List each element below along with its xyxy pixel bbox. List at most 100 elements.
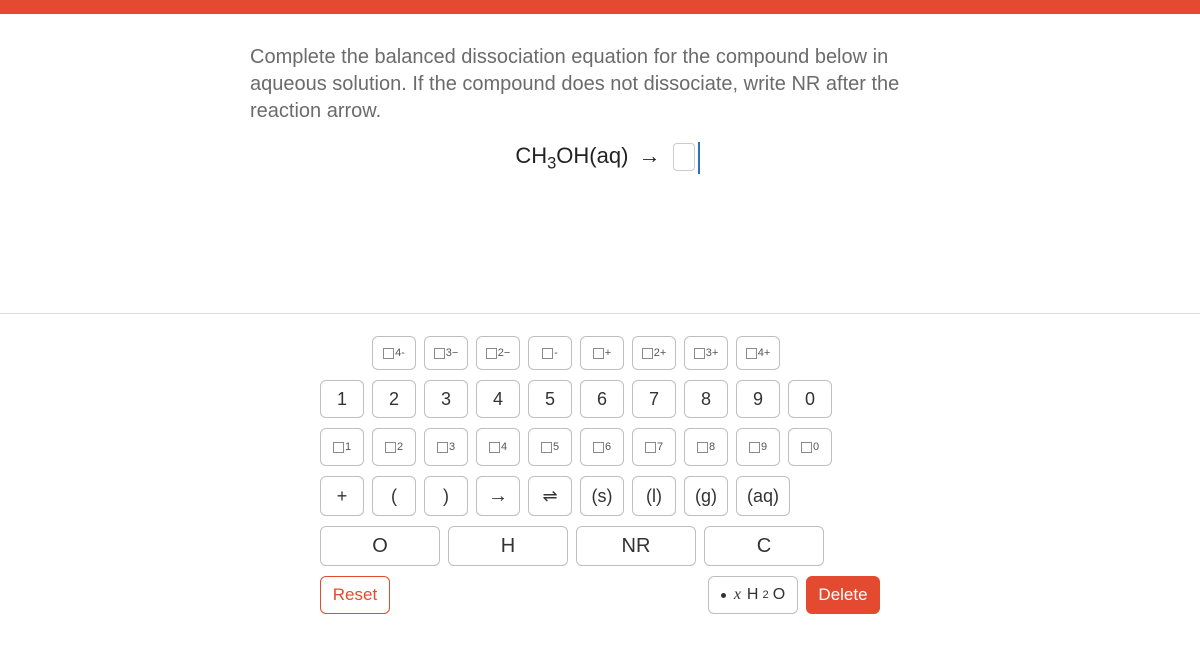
placeholder-icon [434,348,445,359]
h2o-o: O [773,586,785,604]
placeholder-icon [593,348,604,359]
digit-9-button[interactable]: 9 [736,380,780,418]
subscript-8-button[interactable]: 8 [684,428,728,466]
placeholder-icon [489,442,500,453]
compound-prefix: CH [515,143,547,168]
x-h2o-button[interactable]: x H2O [708,576,798,614]
sub-label: 4 [501,441,507,453]
subscript-3-button[interactable]: 3 [424,428,468,466]
charge-label: 2− [498,347,511,359]
sub-label: 5 [553,441,559,453]
placeholder-icon [542,348,553,359]
sub-label: 2 [397,441,403,453]
placeholder-icon [642,348,653,359]
state-gas-button[interactable]: (g) [684,476,728,516]
charge-2minus-button[interactable]: 2− [476,336,520,370]
charge-1minus-button[interactable]: - [528,336,572,370]
placeholder-icon [385,442,396,453]
placeholder-icon [486,348,497,359]
plus-button[interactable]: + [320,476,364,516]
digit-2-button[interactable]: 2 [372,380,416,418]
rparen-button[interactable]: ) [424,476,468,516]
compound-sub: 3 [547,154,556,172]
digit-1-button[interactable]: 1 [320,380,364,418]
state-aqueous-button[interactable]: (aq) [736,476,790,516]
charge-label: 2+ [654,347,667,359]
charge-3minus-button[interactable]: 3− [424,336,468,370]
placeholder-icon [333,442,344,453]
row-operators: + ( ) → ⇌ (s) (l) (g) (aq) [320,476,880,516]
state-liquid-button[interactable]: (l) [632,476,676,516]
sub-label: 0 [813,441,819,453]
sub-label: 1 [345,441,351,453]
digit-5-button[interactable]: 5 [528,380,572,418]
element-h-button[interactable]: H [448,526,568,566]
placeholder-icon [437,442,448,453]
answer-input[interactable] [673,143,695,171]
subscript-4-button[interactable]: 4 [476,428,520,466]
sub-label: 7 [657,441,663,453]
x-italic: x [734,586,741,604]
subscript-9-button[interactable]: 9 [736,428,780,466]
charge-label: 3+ [706,347,719,359]
charge-4minus-button[interactable]: 4- [372,336,416,370]
placeholder-icon [383,348,394,359]
element-c-button[interactable]: C [704,526,824,566]
charge-label: 3− [446,347,459,359]
placeholder-icon [749,442,760,453]
forward-arrow-button[interactable]: → [476,476,520,516]
charge-label: 4+ [758,347,771,359]
nr-button[interactable]: NR [576,526,696,566]
digit-4-button[interactable]: 4 [476,380,520,418]
charge-3plus-button[interactable]: 3+ [684,336,728,370]
digit-6-button[interactable]: 6 [580,380,624,418]
subscript-6-button[interactable]: 6 [580,428,624,466]
charge-2plus-button[interactable]: 2+ [632,336,676,370]
lparen-button[interactable]: ( [372,476,416,516]
charge-label: - [554,347,558,359]
placeholder-icon [541,442,552,453]
digit-3-button[interactable]: 3 [424,380,468,418]
charge-1plus-button[interactable]: + [580,336,624,370]
delete-button[interactable]: Delete [806,576,880,614]
question-text: Complete the balanced dissociation equat… [250,44,960,125]
sub-label: 8 [709,441,715,453]
reset-button[interactable]: Reset [320,576,390,614]
subscript-1-button[interactable]: 1 [320,428,364,466]
charge-label: 4- [395,347,405,359]
subscript-7-button[interactable]: 7 [632,428,676,466]
subscript-5-button[interactable]: 5 [528,428,572,466]
question-block: Complete the balanced dissociation equat… [240,44,960,173]
compound-suffix: OH(aq) [556,143,628,168]
placeholder-icon [694,348,705,359]
subscript-0-button[interactable]: 0 [788,428,832,466]
row-charges: 4- 3− 2− - + 2+ 3+ 4+ [372,336,880,370]
equation-display: CH3OH(aq) → [250,143,960,173]
equilibrium-arrow-button[interactable]: ⇌ [528,476,572,516]
h2o-sub: 2 [762,589,768,601]
placeholder-icon [746,348,757,359]
row-subscripts: 1 2 3 4 5 6 7 8 9 0 [320,428,880,466]
charge-4plus-button[interactable]: 4+ [736,336,780,370]
row-digits: 1 2 3 4 5 6 7 8 9 0 [320,380,880,418]
sub-label: 6 [605,441,611,453]
text-cursor [698,142,700,174]
sub-label: 3 [449,441,455,453]
h2o-h: H [747,586,759,604]
placeholder-icon [697,442,708,453]
row-actions: Reset x H2O Delete [320,576,880,614]
reaction-arrow: → [639,143,661,168]
placeholder-icon [801,442,812,453]
state-solid-button[interactable]: (s) [580,476,624,516]
charge-label: + [605,347,611,359]
digit-8-button[interactable]: 8 [684,380,728,418]
section-divider [0,313,1200,314]
content-area: Complete the balanced dissociation equat… [0,14,1200,614]
placeholder-icon [593,442,604,453]
digit-0-button[interactable]: 0 [788,380,832,418]
subscript-2-button[interactable]: 2 [372,428,416,466]
sub-label: 9 [761,441,767,453]
digit-7-button[interactable]: 7 [632,380,676,418]
row-elements: O H NR C [320,526,880,566]
element-o-button[interactable]: O [320,526,440,566]
